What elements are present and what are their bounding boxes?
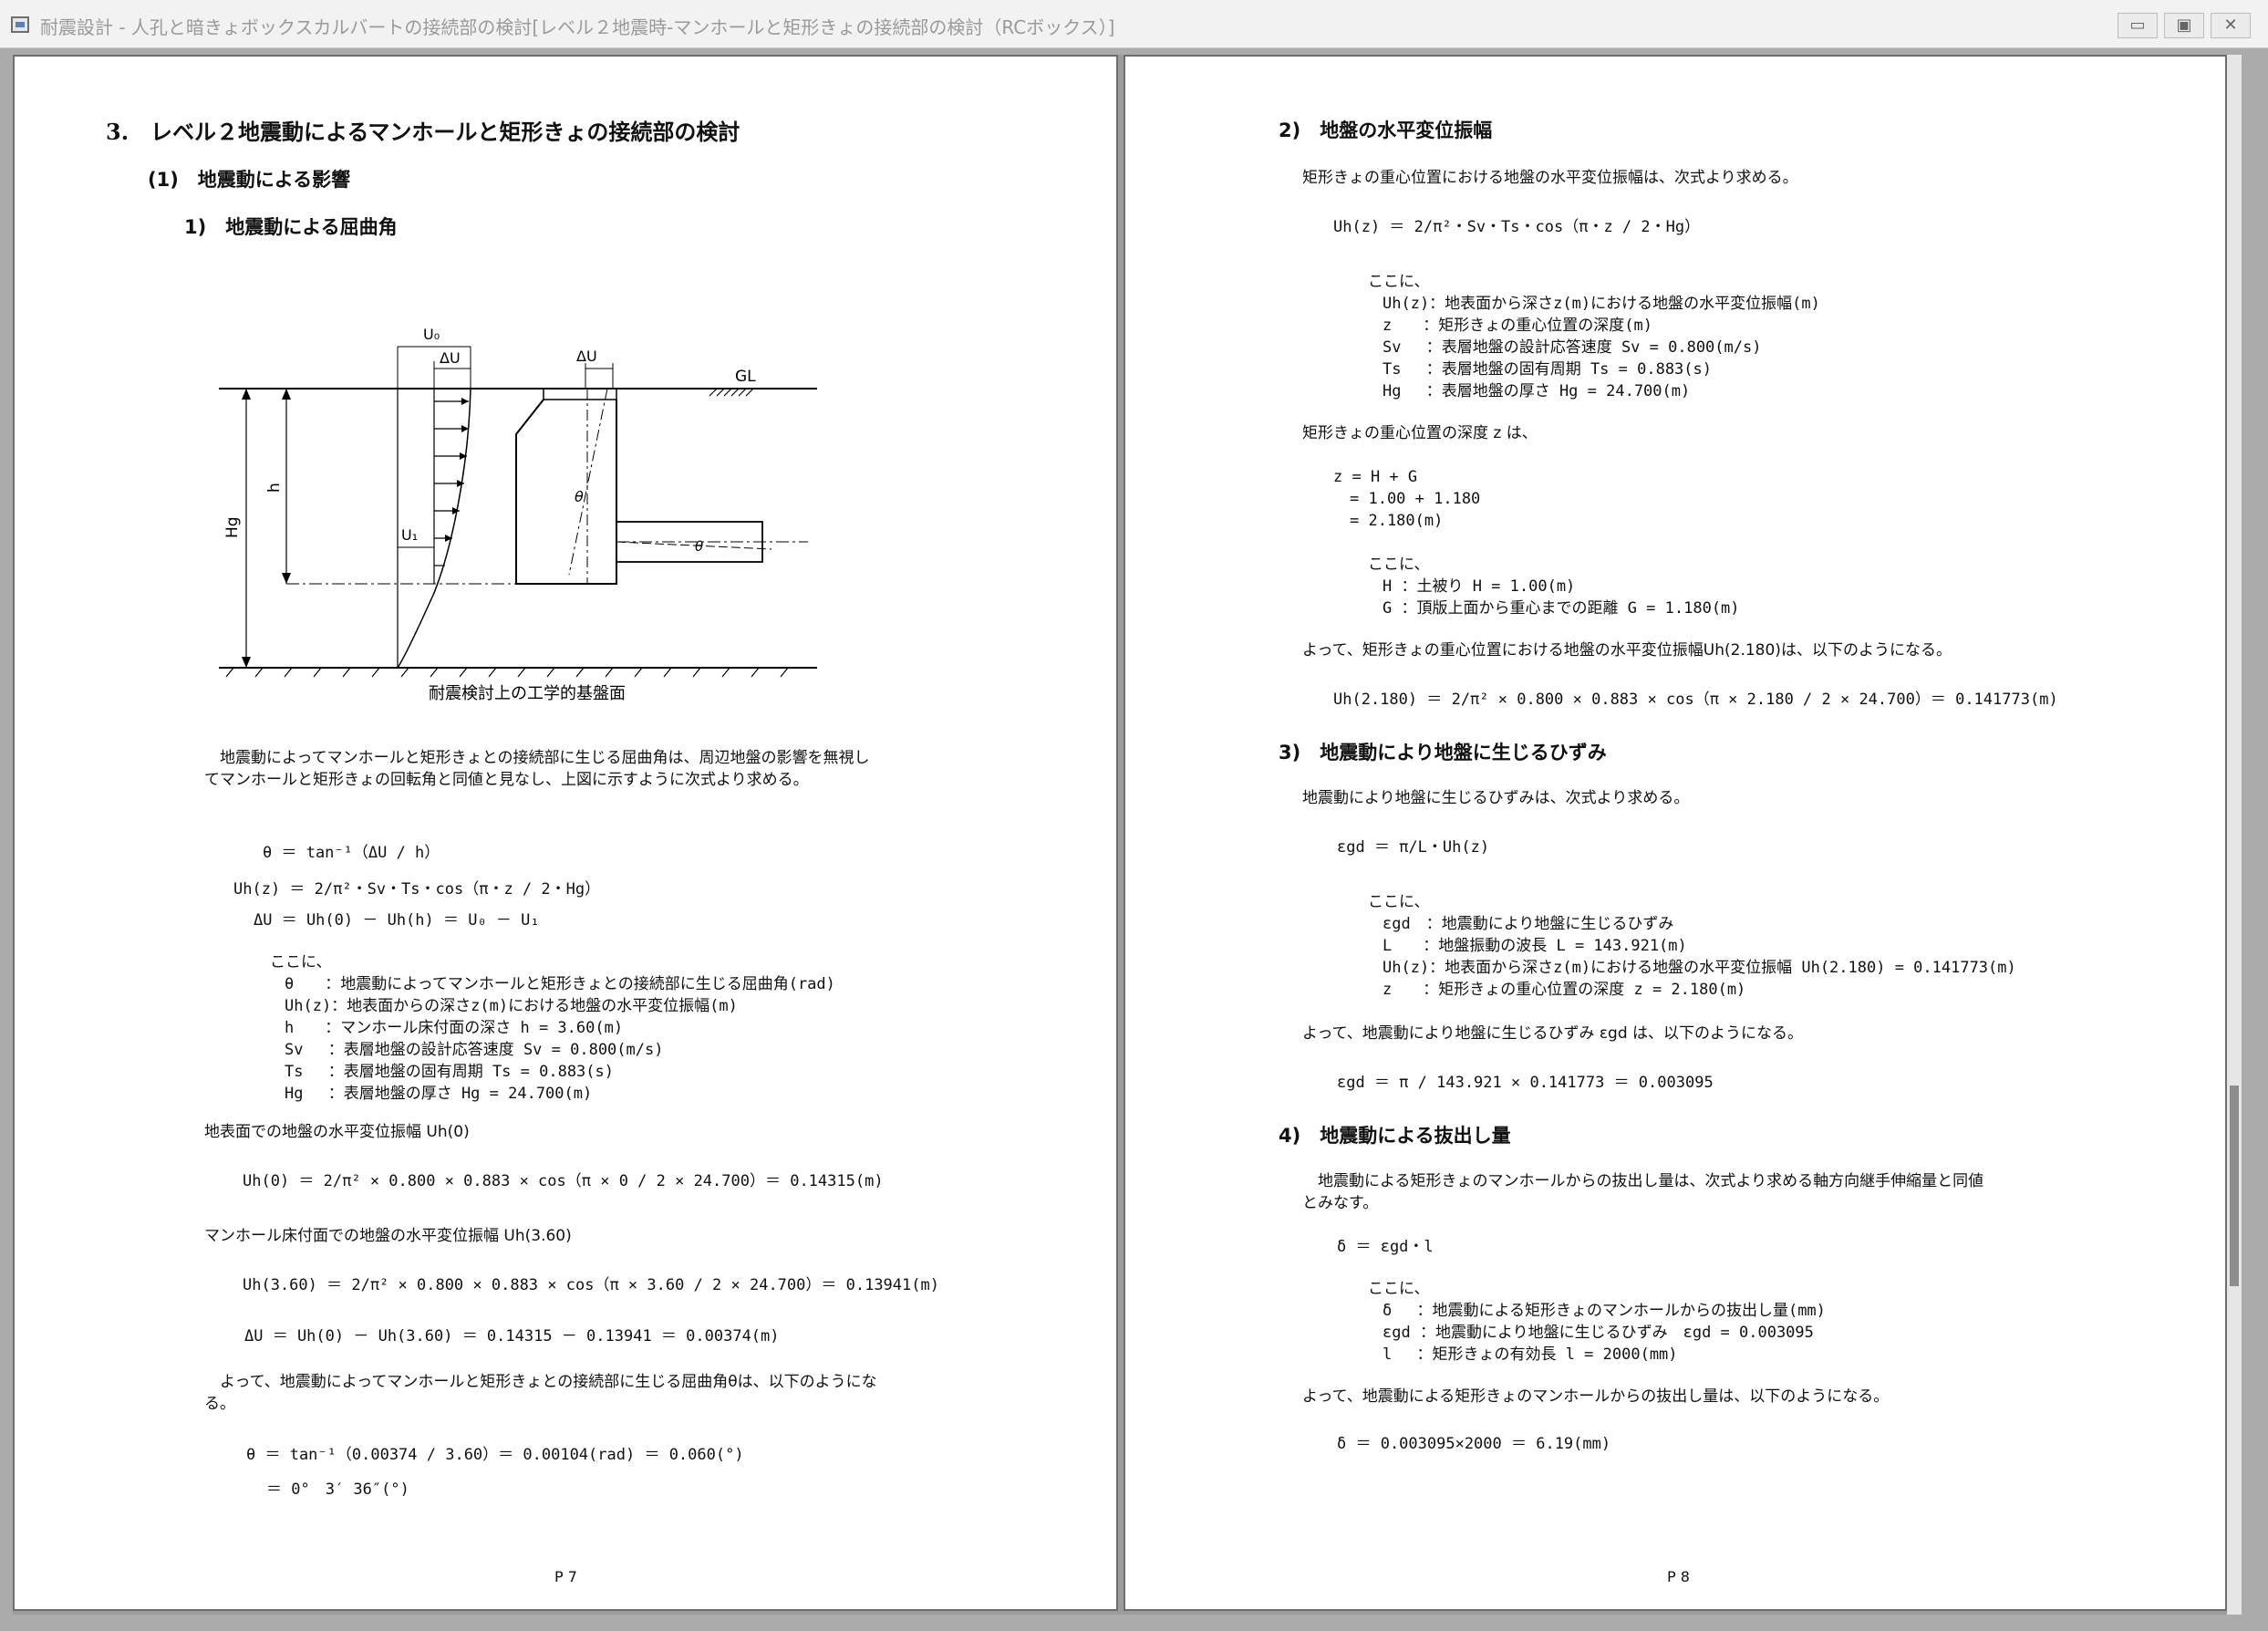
eq-uh360: Uh(3.60) ＝ 2/π² × 0.800 × 0.883 × cos（π …: [243, 1276, 939, 1294]
section2-result-text: よって、矩形きょの重心位置における地盤の水平変位振幅Uh(2.180)は、以下の…: [1302, 641, 1952, 660]
section4-para-line2: とみなす。: [1302, 1194, 1379, 1212]
section2-equation: Uh(z) ＝ 2/π²・Sv・Ts・cos（π・z / 2・Hg）: [1333, 218, 1701, 236]
page-7: 3. レベル２地震動によるマンホールと矩形きょの接続部の検討 (1) 地震動によ…: [13, 55, 1118, 1611]
def-hg: Hg ：表層地盤の厚さ Hg = 24.700(m): [285, 1085, 593, 1103]
du-right-label: ΔU: [576, 348, 597, 365]
section3-result-text: よって、地震動により地盤に生じるひずみ εgd は、以下のようになる。: [1302, 1024, 1804, 1043]
where-label-z: ここに、: [1368, 556, 1430, 574]
u0-label: U₀: [423, 326, 440, 343]
eq-theta: θ ＝ tan⁻¹（ΔU / h）: [263, 844, 440, 862]
eq-delta-u-value: ΔU ＝ Uh(0) － Uh(3.60) ＝ 0.14315 － 0.1394…: [244, 1327, 780, 1345]
para1-line2: てマンホールと矩形きょの回転角と同値と見なし、上図に示すように次式より求める。: [204, 771, 809, 789]
bending-angle-diagram: GL 耐震検討上の工学的基盤面 Hg h U₀ ΔU U₁ ΔU θ θ: [219, 326, 817, 703]
s3-def-egd: εgd ：地震動により地盤に生じるひずみ: [1383, 915, 1674, 933]
def-sv: Sv ：表層地盤の設計応答速度 Sv = 0.800(m/s): [285, 1041, 664, 1059]
z-def-g: G ：頂版上面から重心までの距離 G = 1.180(m): [1383, 599, 1740, 618]
theta-manhole-label: θ: [575, 488, 584, 505]
section4-result-text: よって、地震動による矩形きょのマンホールからの抜出し量は、以下のようになる。: [1302, 1387, 1890, 1406]
base-caption: 耐震検討上の工学的基盤面: [429, 684, 626, 703]
section4-result-eq: δ ＝ 0.003095×2000 ＝ 6.19(mm): [1337, 1435, 1611, 1453]
para1-line1: 地震動によってマンホールと矩形きょとの接続部に生じる屈曲角は、周辺地盤の影響を無…: [204, 749, 870, 767]
para2-line2: る。: [204, 1395, 235, 1413]
section2-result-eq: Uh(2.180) ＝ 2/π² × 0.800 × 0.883 × cos（π…: [1333, 691, 2058, 709]
hg-label: Hg: [223, 516, 242, 538]
where-label-s3: ここに、: [1368, 893, 1430, 911]
z-equation-2: = 1.00 + 1.180: [1350, 490, 1481, 508]
eq-uh0: Uh(0) ＝ 2/π² × 0.800 × 0.883 × cos（π × 0…: [243, 1172, 884, 1190]
theta-box-label: θ: [695, 538, 703, 555]
s3-def-l: L ：地盤振動の波長 L = 143.921(m): [1383, 937, 1687, 955]
label-uh360: マンホール床付面での地盤の水平変位振幅 Uh(3.60): [204, 1227, 572, 1245]
gl-label: GL: [735, 368, 756, 386]
du-left-label: ΔU: [440, 349, 461, 367]
eq-theta-degrees: ＝ 0° 3′ 36″(°): [266, 1480, 409, 1499]
section4-para-line1: 地震動による矩形きょのマンホールからの抜出し量は、次式より求める軸方向継手伸縮量…: [1302, 1172, 1984, 1190]
page-number-8: P 8: [1667, 1568, 1690, 1585]
scrollbar-thumb[interactable]: [2230, 1086, 2239, 1286]
page-8: 2) 地盤の水平変位振幅 矩形きょの重心位置における地盤の水平変位振幅は、次式よ…: [1124, 55, 2227, 1611]
document-viewer[interactable]: 3. レベル２地震動によるマンホールと矩形きょの接続部の検討 (1) 地震動によ…: [13, 55, 2242, 1615]
maximize-button[interactable]: ▣: [2164, 13, 2204, 38]
where-label-s4: ここに、: [1368, 1280, 1430, 1298]
section-heading: 3. レベル２地震動によるマンホールと矩形きょの接続部の検討: [106, 119, 740, 145]
close-button[interactable]: ✕: [2211, 13, 2251, 38]
s2-def-hg: Hg ：表層地盤の厚さ Hg = 24.700(m): [1383, 382, 1691, 400]
z-def-h: H ：土被り H = 1.00(m): [1383, 577, 1576, 596]
section4-equation: δ ＝ εgd・l: [1337, 1238, 1434, 1256]
section3-result-eq: εgd ＝ π / 143.921 × 0.141773 ＝ 0.003095: [1337, 1074, 1714, 1092]
window-title: 耐震設計 - 人孔と暗きょボックスカルバートの接続部の検討[レベル２地震時-マン…: [40, 16, 1115, 38]
u1-label: U₁: [401, 526, 418, 544]
s2-def-ts: Ts ：表層地盤の固有周期 Ts = 0.883(s): [1383, 360, 1712, 379]
vertical-scrollbar[interactable]: [2227, 55, 2242, 1615]
section2-intro: 矩形きょの重心位置における地盤の水平変位振幅は、次式より求める。: [1302, 169, 1798, 187]
s4-def-delta: δ ：地震動による矩形きょのマンホールからの抜出し量(mm): [1383, 1302, 1826, 1320]
subsection-heading: (1) 地震動による影響: [148, 169, 351, 191]
z-equation-1: z = H + G: [1333, 468, 1418, 486]
s4-def-egd: εgd ：地震動により地盤に生じるひずみ εgd = 0.003095: [1383, 1324, 1814, 1342]
para2-line1: よって、地震動によってマンホールと矩形きょとの接続部に生じる屈曲角θは、以下のよ…: [204, 1373, 877, 1391]
section3-intro: 地震動により地盤に生じるひずみは、次式より求める。: [1302, 789, 1690, 807]
section3-equation: εgd ＝ π/L・Uh(z): [1337, 838, 1490, 857]
page-number-7: P 7: [554, 1568, 577, 1585]
h-label: h: [265, 483, 284, 493]
s2-def-z: z ：矩形きょの重心位置の深度(m): [1383, 317, 1652, 335]
eq-delta-u: ΔU ＝ Uh(0) － Uh(h) ＝ U₀ － U₁: [254, 911, 540, 930]
def-theta: θ ：地震動によってマンホールと矩形きょとの接続部に生じる屈曲角(rad): [285, 975, 835, 993]
eq-uh: Uh(z) ＝ 2/π²・Sv・Ts・cos（π・z / 2・Hg）: [233, 880, 601, 899]
s3-def-z: z ：矩形きょの重心位置の深度 z = 2.180(m): [1383, 981, 1746, 999]
label-uh0: 地表面での地盤の水平変位振幅 Uh(0): [204, 1123, 470, 1141]
section4-title: 4) 地震動による抜出し量: [1279, 1125, 1511, 1147]
where-label-s2: ここに、: [1368, 273, 1430, 291]
def-ts: Ts ：表層地盤の固有周期 Ts = 0.883(s): [285, 1063, 614, 1081]
s4-def-l: l ：矩形きょの有効長 l = 2000(mm): [1383, 1345, 1678, 1364]
depth-z-intro: 矩形きょの重心位置の深度 z は、: [1302, 424, 1538, 442]
app-icon: [11, 16, 29, 33]
def-uhz: Uh(z)：地表面からの深さz(m)における地盤の水平変位振幅(m): [285, 997, 738, 1015]
s2-def-uhz: Uh(z)：地表面から深さz(m)における地盤の水平変位振幅(m): [1383, 295, 1820, 313]
where-label-p7: ここに、: [270, 953, 332, 971]
eq-theta-value: θ ＝ tan⁻¹（0.00374 / 3.60）＝ 0.00104(rad) …: [246, 1446, 744, 1464]
window-titlebar: 耐震設計 - 人孔と暗きょボックスカルバートの接続部の検討[レベル２地震時-マン…: [0, 0, 2268, 48]
s2-def-sv: Sv ：表層地盤の設計応答速度 Sv = 0.800(m/s): [1383, 338, 1762, 357]
section3-title: 3) 地震動により地盤に生じるひずみ: [1279, 742, 1607, 764]
s3-def-uhz: Uh(z)：地表面から深さz(m)における地盤の水平変位振幅 Uh(2.180)…: [1383, 959, 2016, 977]
minimize-button[interactable]: ▭: [2118, 13, 2158, 38]
def-h: h ：マンホール床付面の深さ h = 3.60(m): [285, 1019, 624, 1037]
subsubsection-heading: 1) 地震動による屈曲角: [184, 216, 398, 238]
section2-title: 2) 地盤の水平変位振幅: [1279, 119, 1493, 141]
z-equation-3: = 2.180(m): [1350, 512, 1444, 530]
